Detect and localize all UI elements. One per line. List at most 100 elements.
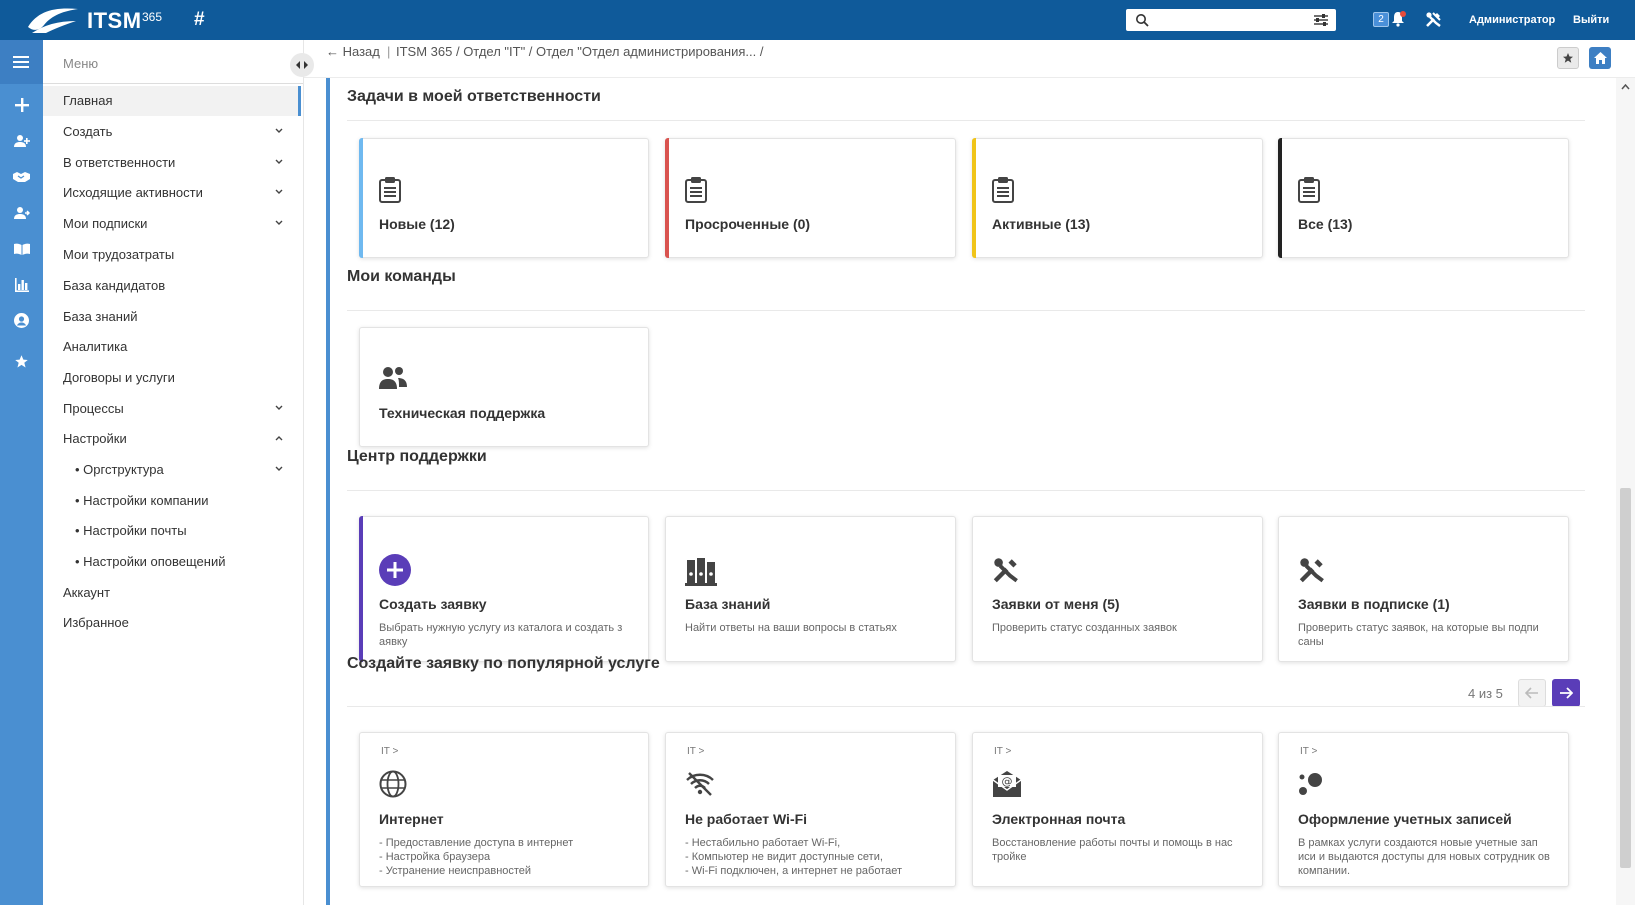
menu-item-responsibility[interactable]: В ответственности: [43, 148, 301, 178]
menu-item-settings[interactable]: Настройки: [43, 424, 301, 454]
hamburger-icon[interactable]: [13, 56, 29, 68]
back-link[interactable]: ← Назад: [326, 44, 380, 60]
service-card-email[interactable]: IT > @ Электронная почта Восстановление …: [972, 732, 1263, 887]
pager-next-button[interactable]: [1552, 679, 1580, 707]
section-title-popular: Создайте заявку по популярной услуге: [347, 655, 660, 672]
menu-item-outgoing[interactable]: Исходящие активности: [43, 178, 301, 208]
logo-icon[interactable]: [24, 3, 82, 37]
menu-item-knowledge-base[interactable]: База знаний: [43, 302, 301, 332]
card-category[interactable]: IT >: [1300, 746, 1317, 757]
task-card-new[interactable]: Новые (12): [359, 138, 649, 258]
hash-icon[interactable]: #: [194, 10, 212, 30]
chevron-up-icon: [275, 436, 283, 441]
card-category[interactable]: IT >: [381, 746, 398, 757]
section-divider: [347, 490, 1585, 491]
service-card-internet[interactable]: IT > Интернет - Предоставление доступа в…: [359, 732, 649, 887]
card-label: Электронная почта: [992, 811, 1126, 827]
breadcrumb[interactable]: ITSM 365 / Отдел "IT" / Отдел "Отдел адм…: [396, 44, 763, 60]
bar-chart-icon[interactable]: [13, 276, 30, 293]
menu-item-subscriptions[interactable]: Мои подписки: [43, 209, 301, 239]
menu-divider: [43, 83, 303, 84]
task-card-active[interactable]: Активные (13): [972, 138, 1263, 258]
card-category[interactable]: IT >: [687, 746, 704, 757]
menu-item-account[interactable]: Аккаунт: [43, 578, 301, 608]
menu-item-label: • Настройки оповещений: [75, 554, 226, 569]
knowledge-base-card[interactable]: База знаний Найти ответы на ваши вопросы…: [665, 516, 956, 662]
card-label: Просроченные (0): [685, 216, 811, 232]
menu-item-company-settings[interactable]: • Настройки компании: [43, 486, 301, 516]
notification-count-badge[interactable]: 2: [1373, 12, 1389, 27]
chevron-down-icon: [275, 159, 283, 164]
card-description: Проверить статус заявок, на которые вы п…: [1298, 622, 1539, 648]
section-title-tasks: Задачи в моей ответственности: [347, 88, 601, 105]
clipboard-icon: [992, 177, 1014, 203]
menu-item-contracts[interactable]: Договоры и услуги: [43, 363, 301, 393]
service-card-accounts[interactable]: IT > Оформление учетных записей В рамках…: [1278, 732, 1569, 887]
menu-item-label: Создать: [63, 124, 113, 139]
card-label: Активные (13): [992, 216, 1091, 232]
menu-toggle[interactable]: [0, 40, 43, 84]
arrow-right-icon: [1560, 687, 1573, 699]
search-icon: [1136, 14, 1149, 27]
menu-item-favorites[interactable]: Избранное: [43, 608, 301, 638]
book-icon[interactable]: [13, 240, 30, 257]
service-card-wifi[interactable]: IT > Не работает Wi-Fi - Нестабильно раб…: [665, 732, 956, 887]
tools-icon[interactable]: [1425, 11, 1442, 28]
search-box[interactable]: [1126, 9, 1336, 31]
my-requests-card[interactable]: Заявки от меня (5) Проверить статус созд…: [972, 516, 1263, 662]
molecule-icon: [1299, 773, 1322, 795]
card-description: Выбрать нужную услугу из каталога и созд…: [379, 622, 623, 648]
handshake-icon[interactable]: [13, 168, 30, 185]
left-icon-rail: [0, 40, 43, 905]
section-title-support: Центр поддержки: [347, 448, 487, 465]
scroll-up-icon[interactable]: [1621, 84, 1630, 90]
team-card-support[interactable]: Техническая поддержка: [359, 327, 649, 447]
card-label: Оформление учетных записей: [1298, 811, 1512, 827]
card-description: Проверить статус созданных заявок: [992, 622, 1177, 634]
menu-item-notification-settings[interactable]: • Настройки оповещений: [43, 547, 301, 577]
subscribed-requests-card[interactable]: Заявки в подписке (1) Проверить статус з…: [1278, 516, 1569, 662]
task-card-all[interactable]: Все (13): [1278, 138, 1569, 258]
card-color-bar: [665, 138, 669, 258]
card-label: База знаний: [685, 596, 771, 612]
card-description: В рамках услуги создаются новые учетные …: [1298, 837, 1550, 877]
add-favorite-button[interactable]: [1557, 47, 1579, 69]
pager-prev-button[interactable]: [1518, 679, 1546, 707]
create-request-card[interactable]: Создать заявку Выбрать нужную услугу из …: [359, 516, 649, 662]
menu-item-processes[interactable]: Процессы: [43, 394, 301, 424]
section-title-teams: Мои команды: [347, 268, 456, 285]
user-add-icon[interactable]: [13, 132, 30, 149]
books-icon: [685, 558, 717, 586]
filter-icon[interactable]: [1313, 13, 1329, 27]
menu-item-candidates[interactable]: База кандидатов: [43, 271, 301, 301]
menu-item-timesheets[interactable]: Мои трудозатраты: [43, 240, 301, 270]
menu-item-label: В ответственности: [63, 155, 176, 170]
card-label: Все (13): [1298, 216, 1353, 232]
collapse-menu-button[interactable]: [290, 53, 314, 77]
card-category[interactable]: IT >: [994, 746, 1011, 757]
task-card-overdue[interactable]: Просроченные (0): [665, 138, 956, 258]
logo-text[interactable]: ITSM: [87, 8, 142, 34]
vertical-scrollbar[interactable]: [1616, 78, 1635, 905]
plus-circle-icon: [379, 554, 411, 586]
user-name-link[interactable]: Администратор: [1469, 14, 1555, 26]
pager-status: 4 из 5: [1468, 686, 1503, 701]
star-icon[interactable]: [13, 353, 30, 370]
menu-item-label: Избранное: [63, 615, 129, 630]
main-content: Задачи в моей ответственности Новые (12)…: [304, 78, 1635, 905]
card-description: - Предоставление доступа в интернет - На…: [379, 837, 574, 877]
menu-item-orgstructure[interactable]: • Оргструктура: [43, 455, 301, 485]
users-icon: [379, 367, 407, 389]
menu-item-home[interactable]: Главная: [43, 86, 301, 116]
plus-icon[interactable]: [13, 96, 30, 113]
account-circle-icon[interactable]: [13, 312, 30, 329]
scrollbar-thumb[interactable]: [1620, 488, 1631, 868]
logout-link[interactable]: Выйти: [1573, 14, 1609, 26]
menu-item-analytics[interactable]: Аналитика: [43, 332, 301, 362]
menu-item-create[interactable]: Создать: [43, 117, 301, 147]
home-button[interactable]: [1589, 47, 1611, 69]
breadcrumb-bar: ← Назад | ITSM 365 / Отдел "IT" / Отдел …: [304, 40, 1635, 78]
menu-item-label: Главная: [63, 93, 113, 108]
user-arrow-icon[interactable]: [13, 204, 30, 221]
menu-item-mail-settings[interactable]: • Настройки почты: [43, 516, 301, 546]
